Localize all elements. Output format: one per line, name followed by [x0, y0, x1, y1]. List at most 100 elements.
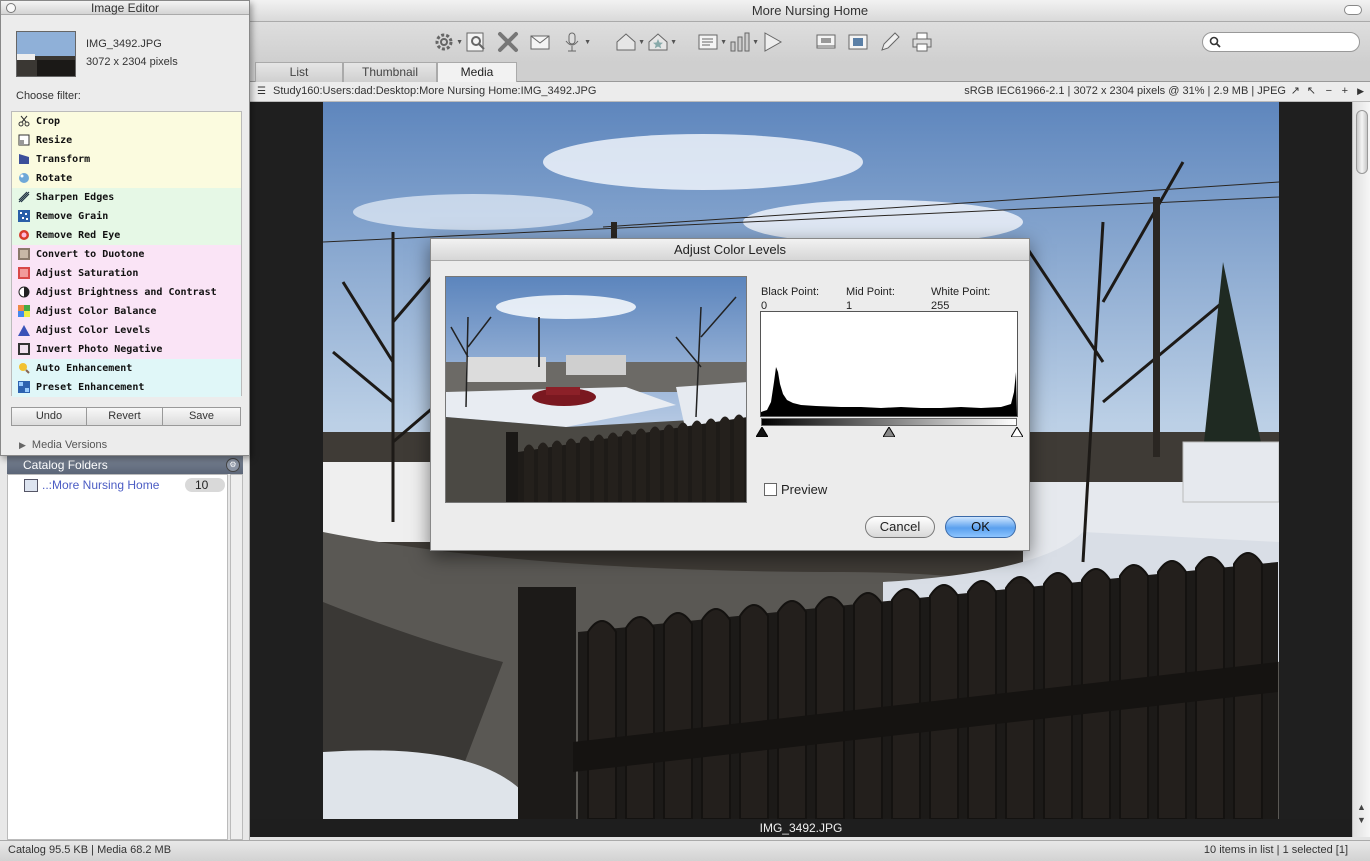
filter-crop[interactable]: Crop	[12, 112, 241, 131]
saturation-icon	[18, 267, 30, 279]
info-panel-icon[interactable]: ▼	[694, 28, 727, 56]
catalog-options-icon[interactable]: ⚙	[226, 458, 240, 472]
zoom-in-icon[interactable]: +	[1342, 82, 1348, 101]
path-menu-icon[interactable]: ☰	[257, 82, 266, 101]
sharpen-icon	[18, 191, 30, 203]
preview-checkbox[interactable]	[764, 483, 777, 496]
filter-list: Crop Resize Transform Rotate Sharpen Edg…	[11, 111, 242, 397]
selection-status: 10 items in list | 1 selected [1]	[1203, 844, 1348, 856]
filter-label: Remove Red Eye	[36, 230, 121, 241]
black-point-slider-handle[interactable]	[756, 427, 768, 437]
image-caption: IMG_3492.JPG	[250, 819, 1352, 837]
preset-enhance-icon	[18, 381, 30, 393]
find-icon[interactable]	[462, 28, 490, 56]
toolbar: ▼ ▼ ▼ ▼ ▼ ▼	[250, 22, 1370, 62]
voice-annotation-icon[interactable]: ▼	[558, 28, 591, 56]
catalog-folders-title: Catalog Folders	[23, 458, 108, 472]
media-versions-disclosure[interactable]: ▶ Media Versions	[19, 439, 107, 451]
filter-sharpen-edges[interactable]: Sharpen Edges	[12, 188, 241, 207]
filter-label: Adjust Saturation	[36, 268, 139, 279]
filter-auto-enhancement[interactable]: Auto Enhancement	[12, 359, 241, 378]
folder-count-badge: 10	[185, 478, 225, 492]
catalog-folder-item[interactable]: ..:More Nursing Home 10	[8, 477, 227, 494]
revert-button[interactable]: Revert	[87, 408, 163, 425]
edit-pencil-icon[interactable]	[876, 28, 904, 56]
fit-expand-icon[interactable]: ↗	[1291, 82, 1300, 101]
catalog-folder-list: ..:More Nursing Home 10	[7, 474, 228, 840]
zoom-out-icon[interactable]: −	[1326, 82, 1332, 101]
black-point-label: Black Point:	[761, 286, 820, 298]
print-icon[interactable]	[908, 28, 936, 56]
filter-rotate[interactable]: Rotate	[12, 169, 241, 188]
scrollbar-thumb[interactable]	[1356, 110, 1368, 174]
contrast-icon	[18, 286, 30, 298]
red-eye-icon	[19, 230, 29, 240]
filter-adjust-saturation[interactable]: Adjust Saturation	[12, 264, 241, 283]
cancel-button[interactable]: Cancel	[865, 516, 935, 538]
filter-label: Remove Grain	[36, 211, 109, 222]
filter-remove-grain[interactable]: Remove Grain	[12, 207, 241, 226]
levels-histogram	[760, 311, 1018, 417]
image-editor-title: Image Editor	[90, 1, 160, 15]
vertical-scrollbar[interactable]: ▲ ▼	[1352, 102, 1370, 837]
filter-label: Rotate	[36, 173, 73, 184]
save-button[interactable]: Save	[163, 408, 240, 425]
filter-adjust-color-levels[interactable]: Adjust Color Levels	[12, 321, 241, 340]
color-levels-icon	[18, 325, 30, 336]
chart-icon[interactable]: ▼	[726, 28, 759, 56]
filter-remove-red-eye[interactable]: Remove Red Eye	[12, 226, 241, 245]
preview-label[interactable]: Preview	[781, 482, 827, 497]
delete-icon[interactable]	[494, 28, 522, 56]
white-point-label: White Point:	[931, 286, 991, 298]
path-bar: ☰ Study160:Users:dad:Desktop:More Nursin…	[250, 82, 1370, 102]
white-point-slider-handle[interactable]	[1011, 427, 1023, 437]
dialog-title: Adjust Color Levels	[431, 239, 1029, 261]
tab-media[interactable]: Media	[437, 62, 517, 83]
scroll-up-arrow-icon[interactable]: ▲	[1357, 802, 1366, 812]
transform-icon	[19, 154, 29, 164]
view-tabs: List Thumbnail Media	[250, 62, 1370, 83]
filter-preset-enhancement[interactable]: Preset Enhancement	[12, 378, 241, 397]
mid-point-slider-handle[interactable]	[883, 427, 895, 437]
favorite-star-icon[interactable]: ▼	[644, 28, 677, 56]
duotone-icon	[18, 248, 30, 260]
tab-list[interactable]: List	[255, 62, 343, 82]
filter-label: Adjust Color Balance	[36, 306, 157, 317]
folder-icon	[24, 479, 38, 492]
mid-point-label: Mid Point:	[846, 286, 895, 298]
close-icon[interactable]	[6, 3, 16, 13]
filter-label: Auto Enhancement	[36, 363, 133, 374]
toolbar-toggle-button[interactable]	[1344, 5, 1362, 15]
image-dimensions: 3072 x 2304 pixels	[86, 56, 178, 68]
filter-invert-negative[interactable]: Invert Photo Negative	[12, 340, 241, 359]
undo-button[interactable]: Undo	[12, 408, 87, 425]
home-icon[interactable]: ▼	[612, 28, 645, 56]
filter-adjust-color-balance[interactable]: Adjust Color Balance	[12, 302, 241, 321]
filter-convert-duotone[interactable]: Convert to Duotone	[12, 245, 241, 264]
filter-label: Preset Enhancement	[36, 382, 145, 393]
image-editor-buttons: Undo Revert Save	[11, 407, 241, 426]
folder-name[interactable]: ..:More Nursing Home	[42, 478, 159, 492]
ok-button[interactable]: OK	[945, 516, 1016, 538]
contact-sheet-icon[interactable]	[844, 28, 872, 56]
catalog-scrollbar[interactable]	[230, 474, 243, 840]
image-filename: IMG_3492.JPG	[86, 38, 162, 50]
filter-transform[interactable]: Transform	[12, 150, 241, 169]
next-arrow-icon[interactable]: ▶	[1357, 82, 1364, 101]
web-gallery-icon[interactable]	[812, 28, 840, 56]
search-input[interactable]	[1202, 32, 1360, 52]
play-slideshow-icon[interactable]	[758, 28, 786, 56]
color-balance-icon	[18, 305, 30, 317]
image-editor-palette: Image Editor IMG_3492.JPG 3072 x 2304 pi…	[0, 0, 250, 456]
filter-adjust-brightness-contrast[interactable]: Adjust Brightness and Contrast	[12, 283, 241, 302]
mail-icon[interactable]	[526, 28, 554, 56]
window-titlebar: More Nursing Home	[250, 0, 1370, 22]
tab-thumbnail[interactable]: Thumbnail	[343, 62, 437, 82]
scroll-down-arrow-icon[interactable]: ▼	[1357, 815, 1366, 825]
fit-shrink-icon[interactable]: ↖	[1307, 82, 1316, 101]
filter-resize[interactable]: Resize	[12, 131, 241, 150]
adjust-color-levels-dialog: Adjust Color Levels Black Point: 0 Mid P…	[430, 238, 1030, 551]
action-gear-icon[interactable]: ▼	[430, 28, 463, 56]
catalog-panel: Catalog Folders ⚙ ..:More Nursing Home 1…	[0, 456, 250, 840]
filter-label: Adjust Brightness and Contrast	[36, 287, 217, 298]
